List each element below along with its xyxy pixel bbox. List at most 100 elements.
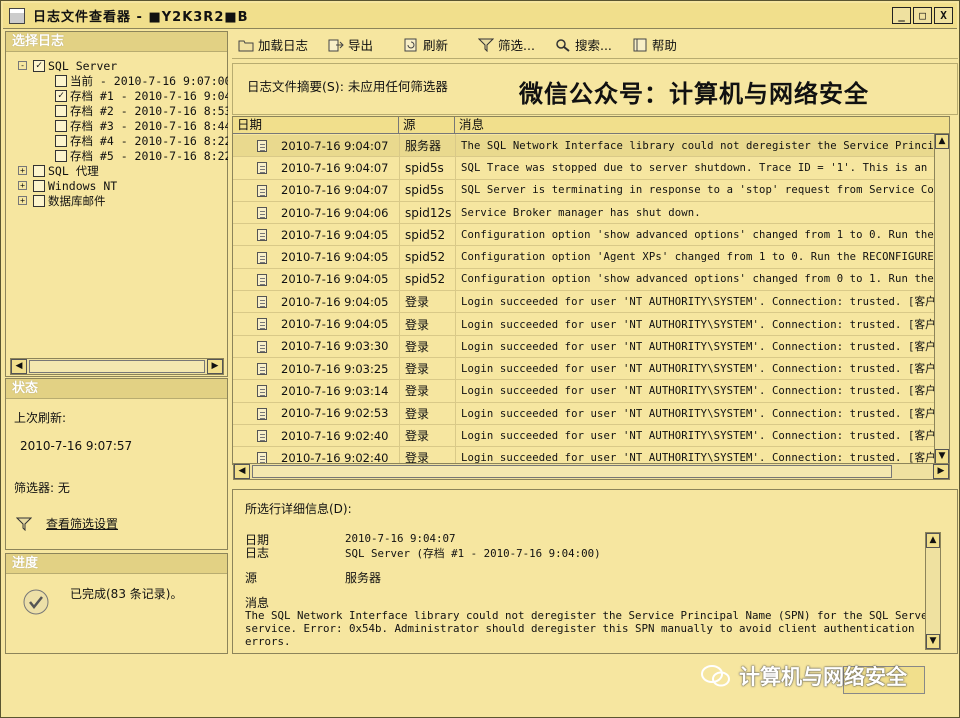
scroll-down-icon[interactable]: ▼ — [926, 634, 940, 649]
cell-source: spid12s — [405, 205, 452, 220]
expand-icon[interactable]: + — [18, 166, 27, 175]
load-log-label: 加载日志 — [258, 38, 309, 53]
table-row[interactable]: 2010-7-16 9:03:30 登录 Login succeeded for u… — [233, 336, 949, 358]
checkbox[interactable] — [55, 74, 67, 87]
cell-date: 2010-7-16 9:04:06 — [281, 205, 389, 220]
checkbox[interactable] — [55, 149, 67, 162]
refresh-button[interactable]: 刷新 — [403, 35, 448, 54]
checkbox-checked[interactable]: ✓ — [33, 59, 45, 72]
table-row[interactable]: 2010-7-16 9:04:05 spid52 Configuration opt… — [233, 269, 949, 292]
title-bar: 日志文件查看器 - ■Y2K3R2■B _ □ X — [3, 3, 957, 29]
cell-message: Login succeeded for user 'NT AUTHORITY\S… — [461, 296, 945, 309]
column-header-source[interactable]: 源 — [399, 117, 455, 133]
table-row[interactable]: 2010-7-16 9:02:40 登录 Login succeeded for u… — [233, 425, 949, 448]
toolbar: 加载日志 导出 刷新 筛选... 搜索... 帮助 — [232, 31, 958, 59]
scroll-up-icon[interactable]: ▲ — [935, 134, 949, 149]
window-title: 日志文件查看器 - ■Y2K3R2■B — [33, 10, 249, 25]
collapse-icon[interactable]: - — [18, 61, 27, 70]
tree-node-current[interactable]: 当前 - 2010-7-16 9:07:00 — [55, 73, 228, 88]
tree-node-archive-4[interactable]: 存档 #4 - 2010-7-16 8:22 — [55, 133, 228, 148]
expand-icon[interactable]: + — [18, 196, 27, 205]
refresh-label: 刷新 — [423, 38, 449, 53]
details-vertical-scrollbar[interactable]: ▲ ▼ — [925, 532, 941, 650]
column-header-date[interactable]: 日期 — [233, 117, 399, 133]
cell-message: Login succeeded for user 'NT AUTHORITY\S… — [461, 385, 945, 398]
cell-message: The SQL Network Interface library could … — [461, 139, 941, 152]
tree-node-archive-5[interactable]: 存档 #5 - 2010-7-16 8:22 — [55, 148, 228, 163]
last-refresh-label: 上次刷新: — [14, 411, 67, 425]
close-button[interactable]: X — [934, 7, 953, 24]
table-row[interactable]: 2010-7-16 9:04:05 spid52 Configuration opt… — [233, 224, 949, 247]
expand-icon[interactable]: + — [18, 181, 27, 190]
checkbox[interactable] — [55, 104, 67, 117]
tree-node-sql-server[interactable]: - ✓ SQL Server — [18, 58, 117, 73]
cell-source: 登录 — [405, 406, 430, 421]
scroll-thumb[interactable] — [29, 360, 205, 373]
tree-label: 存档 #1 - 2010-7-16 9:04 — [70, 88, 228, 103]
checkbox[interactable] — [33, 179, 45, 192]
cell-date: 2010-7-16 9:04:05 — [281, 272, 389, 287]
grid-horizontal-scrollbar[interactable]: ◀ ▶ — [233, 463, 950, 480]
tree-label: 存档 #5 - 2010-7-16 8:22 — [70, 148, 228, 163]
scroll-left-icon[interactable]: ◀ — [234, 464, 250, 479]
minimize-button[interactable]: _ — [892, 7, 911, 24]
table-row[interactable]: 2010-7-16 9:04:05 登录 Login succeeded for u… — [233, 291, 949, 314]
scroll-down-icon[interactable]: ▼ — [935, 449, 949, 464]
selected-row-details: 所选行详细信息(D): 日期 2010-7-16 9:04:07 日志 SQL … — [232, 489, 958, 654]
tree-horizontal-scrollbar[interactable]: ◀ ▶ — [10, 358, 224, 375]
table-row[interactable]: 2010-7-16 9:04:05 spid52 Configuration opt… — [233, 247, 949, 269]
checkbox[interactable] — [55, 134, 67, 147]
cell-source: 登录 — [405, 384, 430, 399]
scroll-up-icon[interactable]: ▲ — [926, 533, 940, 548]
cell-date: 2010-7-16 9:04:07 — [281, 183, 389, 198]
tree-node-sql-agent[interactable]: + SQL 代理 — [18, 163, 99, 178]
cell-source: 登录 — [405, 429, 430, 444]
filter-button[interactable]: 筛选... — [477, 35, 535, 54]
tree-node-archive-2[interactable]: 存档 #2 - 2010-7-16 8:53 — [55, 103, 228, 118]
table-row[interactable]: 2010-7-16 9:04:05 登录 Login succeeded for u… — [233, 313, 949, 336]
last-refresh-value: 2010-7-16 9:07:57 — [20, 439, 133, 453]
maximize-button[interactable]: □ — [913, 7, 932, 24]
table-row[interactable]: 2010-7-16 9:04:07 spid5s SQL Server is ter… — [233, 180, 949, 202]
tree-node-database-mail[interactable]: + 数据库邮件 — [18, 193, 106, 208]
table-row[interactable]: 2010-7-16 9:04:07 服务器 The SQL Network Inte… — [233, 135, 949, 158]
scroll-left-icon[interactable]: ◀ — [11, 359, 27, 374]
cell-message: Login succeeded for user 'NT AUTHORITY\S… — [461, 340, 945, 353]
help-button[interactable]: 帮助 — [632, 35, 677, 54]
cell-date: 2010-7-16 9:03:14 — [281, 383, 389, 398]
export-button[interactable]: 导出 — [328, 35, 373, 54]
checkbox[interactable] — [33, 194, 45, 207]
detail-date-value: 2010-7-16 9:04:07 — [345, 532, 456, 545]
tree-node-archive-3[interactable]: 存档 #3 - 2010-7-16 8:44 — [55, 118, 228, 133]
filter-status: 筛选器: 无 — [14, 481, 70, 495]
detail-log-label: 日志 — [245, 546, 270, 560]
log-summary: 日志文件摘要(S): 未应用任何筛选器 微信公众号：计算机与网络安全 — [232, 63, 958, 115]
tree-node-windows-nt[interactable]: + Windows NT — [18, 178, 117, 193]
cell-date: 2010-7-16 9:02:53 — [281, 406, 389, 421]
view-filter-settings-link[interactable]: 查看筛选设置 — [46, 515, 118, 532]
scroll-right-icon[interactable]: ▶ — [933, 464, 949, 479]
cell-date: 2010-7-16 9:04:07 — [281, 138, 389, 153]
checkbox-checked[interactable]: ✓ — [55, 89, 67, 102]
export-label: 导出 — [348, 38, 374, 53]
scroll-right-icon[interactable]: ▶ — [207, 359, 223, 374]
grid-vertical-scrollbar[interactable]: ▲ ▼ — [934, 133, 950, 465]
detail-message-line-1: The SQL Network Interface library could … — [245, 609, 935, 622]
table-row[interactable]: 2010-7-16 9:04:07 spid5s SQL Trace was sto… — [233, 157, 949, 180]
table-row[interactable]: 2010-7-16 9:03:25 登录 Login succeeded for u… — [233, 358, 949, 381]
table-row[interactable]: 2010-7-16 9:04:06 spid12s Service Broker m… — [233, 202, 949, 225]
table-row[interactable]: 2010-7-16 9:03:14 登录 Login succeeded for u… — [233, 380, 949, 403]
table-row[interactable]: 2010-7-16 9:02:53 登录 Login succeeded for u… — [233, 403, 949, 425]
tree-node-archive-1[interactable]: ✓ 存档 #1 - 2010-7-16 9:04 — [55, 88, 228, 103]
column-header-message[interactable]: 消息 — [455, 117, 949, 133]
filter-label: 筛选... — [498, 38, 535, 53]
cell-message: Configuration option 'show advanced opti… — [461, 273, 934, 286]
scroll-thumb[interactable] — [252, 465, 892, 478]
refresh-icon — [403, 38, 419, 52]
search-button[interactable]: 搜索... — [555, 35, 612, 54]
detail-source-label: 源 — [245, 571, 258, 585]
load-log-button[interactable]: 加载日志 — [238, 35, 308, 54]
checkbox[interactable] — [33, 164, 45, 177]
log-grid[interactable]: 日期 源 消息 2010-7-16 9:04:07 服务器 The SQL Netw… — [232, 116, 950, 465]
checkbox[interactable] — [55, 119, 67, 132]
